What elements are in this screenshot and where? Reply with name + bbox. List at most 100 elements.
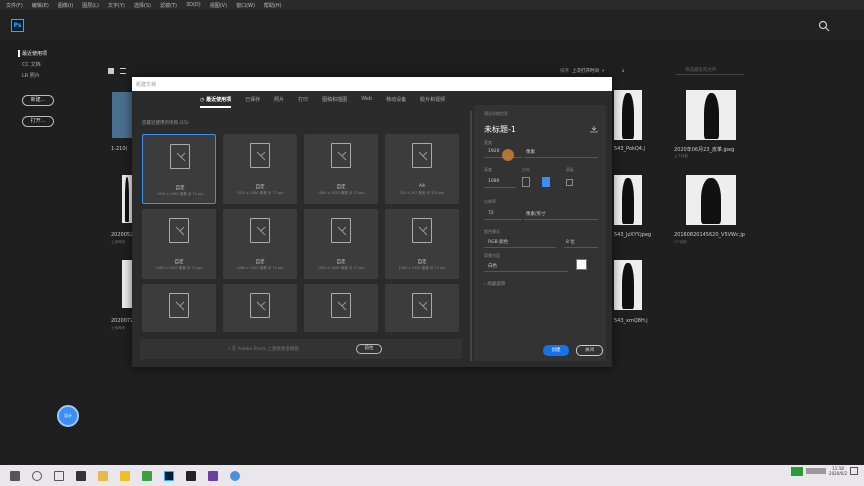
menu-item[interactable]: 帮助(H) [264,2,282,9]
tab-mobile[interactable]: 移动设备 [386,96,406,108]
create-button[interactable]: 创建 [543,345,569,356]
preset-heading: 预设详细信息 [484,111,508,116]
preset-card[interactable] [385,284,459,332]
tab-saved[interactable]: 已保存 [245,96,260,108]
preset-card[interactable]: 自定 1920 x 1080 像素 @ 72 ppi [223,134,297,204]
preset-card[interactable]: 自定 1920 x 1080 像素 @ 72 ppi [304,209,378,279]
background-color-swatch[interactable] [576,259,587,270]
sort-label: 排序 [560,69,569,74]
tab-recent[interactable]: ◷ 最近使用项 [200,96,232,108]
list-view-icon[interactable] [120,68,126,74]
preset-dimensions: 1920 x 1080 像素 @ 72 ppi [236,191,284,195]
bit-depth-select[interactable]: 8 位 [566,239,575,245]
sort-control[interactable]: 排序 上次打开时间 ▾ ↓ [560,68,625,75]
search-icon[interactable] [818,20,830,32]
filter-input[interactable]: 筛选最近的文件 [676,67,744,75]
menu-item[interactable]: 文件(F) [6,2,23,9]
tab-print[interactable]: 打印 [298,96,308,108]
menu-item[interactable]: 窗口(W) [236,2,255,9]
preset-card[interactable]: 自定 1080 x 1920 像素 @ 72 ppi [142,209,216,279]
preset-card[interactable]: 自定 1080 x 1920 像素 @ 72 ppi [304,134,378,204]
save-preset-icon[interactable] [590,125,598,133]
avatar[interactable]: 设计 [57,405,79,427]
recent-thumb[interactable] [614,260,642,310]
recent-name: 543_JzXYY.jpeg [614,232,652,238]
preset-name: 自定 [336,260,346,265]
menu-item[interactable]: 文字(Y) [108,2,125,9]
menu-item[interactable]: 图像(I) [58,2,73,9]
document-name-field[interactable]: 未标题-1 [484,124,516,135]
tab-film[interactable]: 胶片和视频 [420,96,445,108]
app-icon-green[interactable] [142,470,152,481]
sort-direction-icon[interactable]: ↓ [621,69,625,74]
tray-clock[interactable]: 11:18 2020/6/2 [829,466,847,476]
app-icon-dark[interactable] [186,470,196,481]
menu-item[interactable]: 选择(S) [134,2,151,9]
tab-photo[interactable]: 照片 [274,96,284,108]
preset-dimensions: 1080 x 1920 像素 @ 72 ppi [236,266,284,270]
nav-recent[interactable]: 最近使用项 [18,50,54,57]
width-label: 宽度 [484,140,492,145]
orientation-label: 方向 [522,167,530,172]
menu-item[interactable]: 编辑(E) [32,2,49,9]
menu-item[interactable]: 滤镜(T) [160,2,177,9]
menu-item[interactable]: 视图(V) [210,2,227,9]
background-select[interactable]: 白色 [488,263,497,269]
width-unit-select[interactable]: 像素 [526,149,535,155]
tray-icons[interactable] [806,468,827,474]
resolution-unit-select[interactable]: 像素/英寸 [526,211,546,217]
open-button[interactable]: 打开... [22,116,54,127]
input-method-icon[interactable] [791,466,804,476]
recent-thumb[interactable] [686,90,736,140]
preset-card[interactable]: A4 210 x 297 毫米 @ 300 ppi [385,134,459,204]
app-icon-purple[interactable] [208,470,218,481]
width-input[interactable]: 1920 [488,149,499,154]
document-icon [250,218,270,243]
recent-name: 2020072 [111,318,134,324]
new-button[interactable]: 新建... [22,95,54,106]
color-mode-select[interactable]: RGB 颜色 [488,239,508,245]
resolution-input[interactable]: 72 [488,211,494,216]
advanced-options-toggle[interactable]: › 高级选项 [484,281,505,287]
store-icon[interactable] [76,470,86,481]
app-icon-yellow[interactable] [120,470,130,481]
portrait-icon[interactable] [522,177,530,187]
recent-thumb[interactable] [614,175,642,225]
stock-find-text[interactable]: ⌕ 在 Adobe Stock 上查找更多模板 [228,346,299,352]
photoshop-taskbar-icon[interactable] [164,470,174,481]
nav-lr-photos[interactable]: LR 照片 [22,72,54,79]
recent-thumb[interactable] [686,175,736,225]
preset-name: 自定 [175,186,185,191]
preset-card[interactable] [142,284,216,332]
ps-logo[interactable]: Ps [11,19,24,32]
height-input[interactable]: 1080 [488,179,499,184]
view-toggle [108,68,126,74]
recent-thumb[interactable] [614,90,642,140]
nav-cc-docs[interactable]: CC 文档 [22,61,54,68]
close-button[interactable]: 关闭 [576,345,603,356]
tab-art[interactable]: 图稿和插图 [322,96,347,108]
preset-card[interactable]: 自定 1920 x 1080 像素 @ 72 ppi [142,134,216,204]
document-icon [169,218,189,243]
preset-card[interactable]: 自定 1080 x 1920 像素 @ 72 ppi [385,209,459,279]
browser-icon[interactable] [230,470,240,481]
recent-thumb[interactable] [112,92,134,138]
recent-thumb[interactable] [122,260,132,308]
search-icon[interactable] [32,470,42,481]
notification-icon[interactable] [850,467,858,475]
preset-card[interactable] [304,284,378,332]
menu-item[interactable]: 图层(L) [82,2,99,9]
tab-web[interactable]: Web [361,96,372,108]
windows-start-icon[interactable] [10,470,20,481]
preset-card[interactable] [223,284,297,332]
task-view-icon[interactable] [54,470,64,481]
folder-icon[interactable] [98,470,108,481]
go-button[interactable]: 前往 [356,344,382,354]
landscape-icon[interactable] [542,177,550,187]
grid-view-icon[interactable] [108,68,114,74]
artboard-label: 画板 [566,167,574,172]
menu-item[interactable]: 3D(D) [186,2,201,8]
preset-card[interactable]: 自定 1080 x 1920 像素 @ 72 ppi [223,209,297,279]
artboard-checkbox[interactable] [566,179,573,186]
recent-thumb[interactable] [122,175,132,223]
